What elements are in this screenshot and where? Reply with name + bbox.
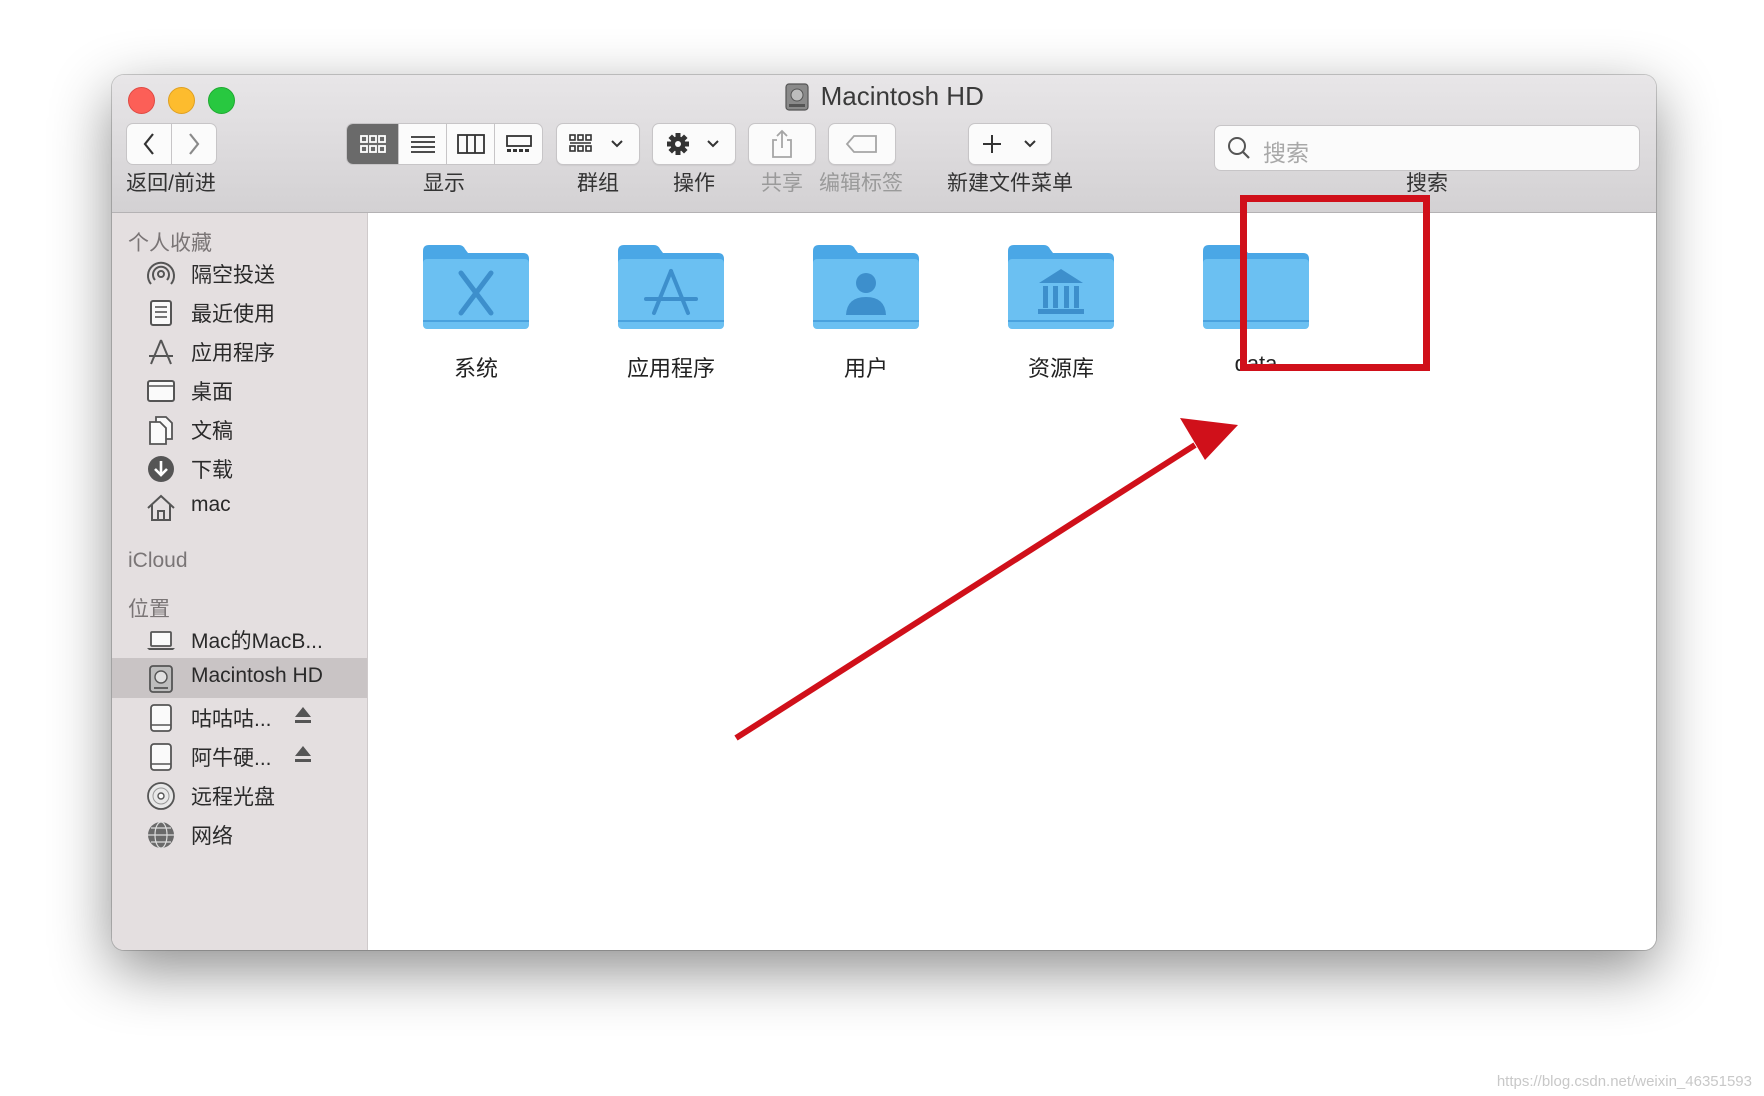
annotation-arrow [734,418,1238,741]
watermark-text: https://blog.csdn.net/weixin_46351593 [1496,1073,1752,1090]
